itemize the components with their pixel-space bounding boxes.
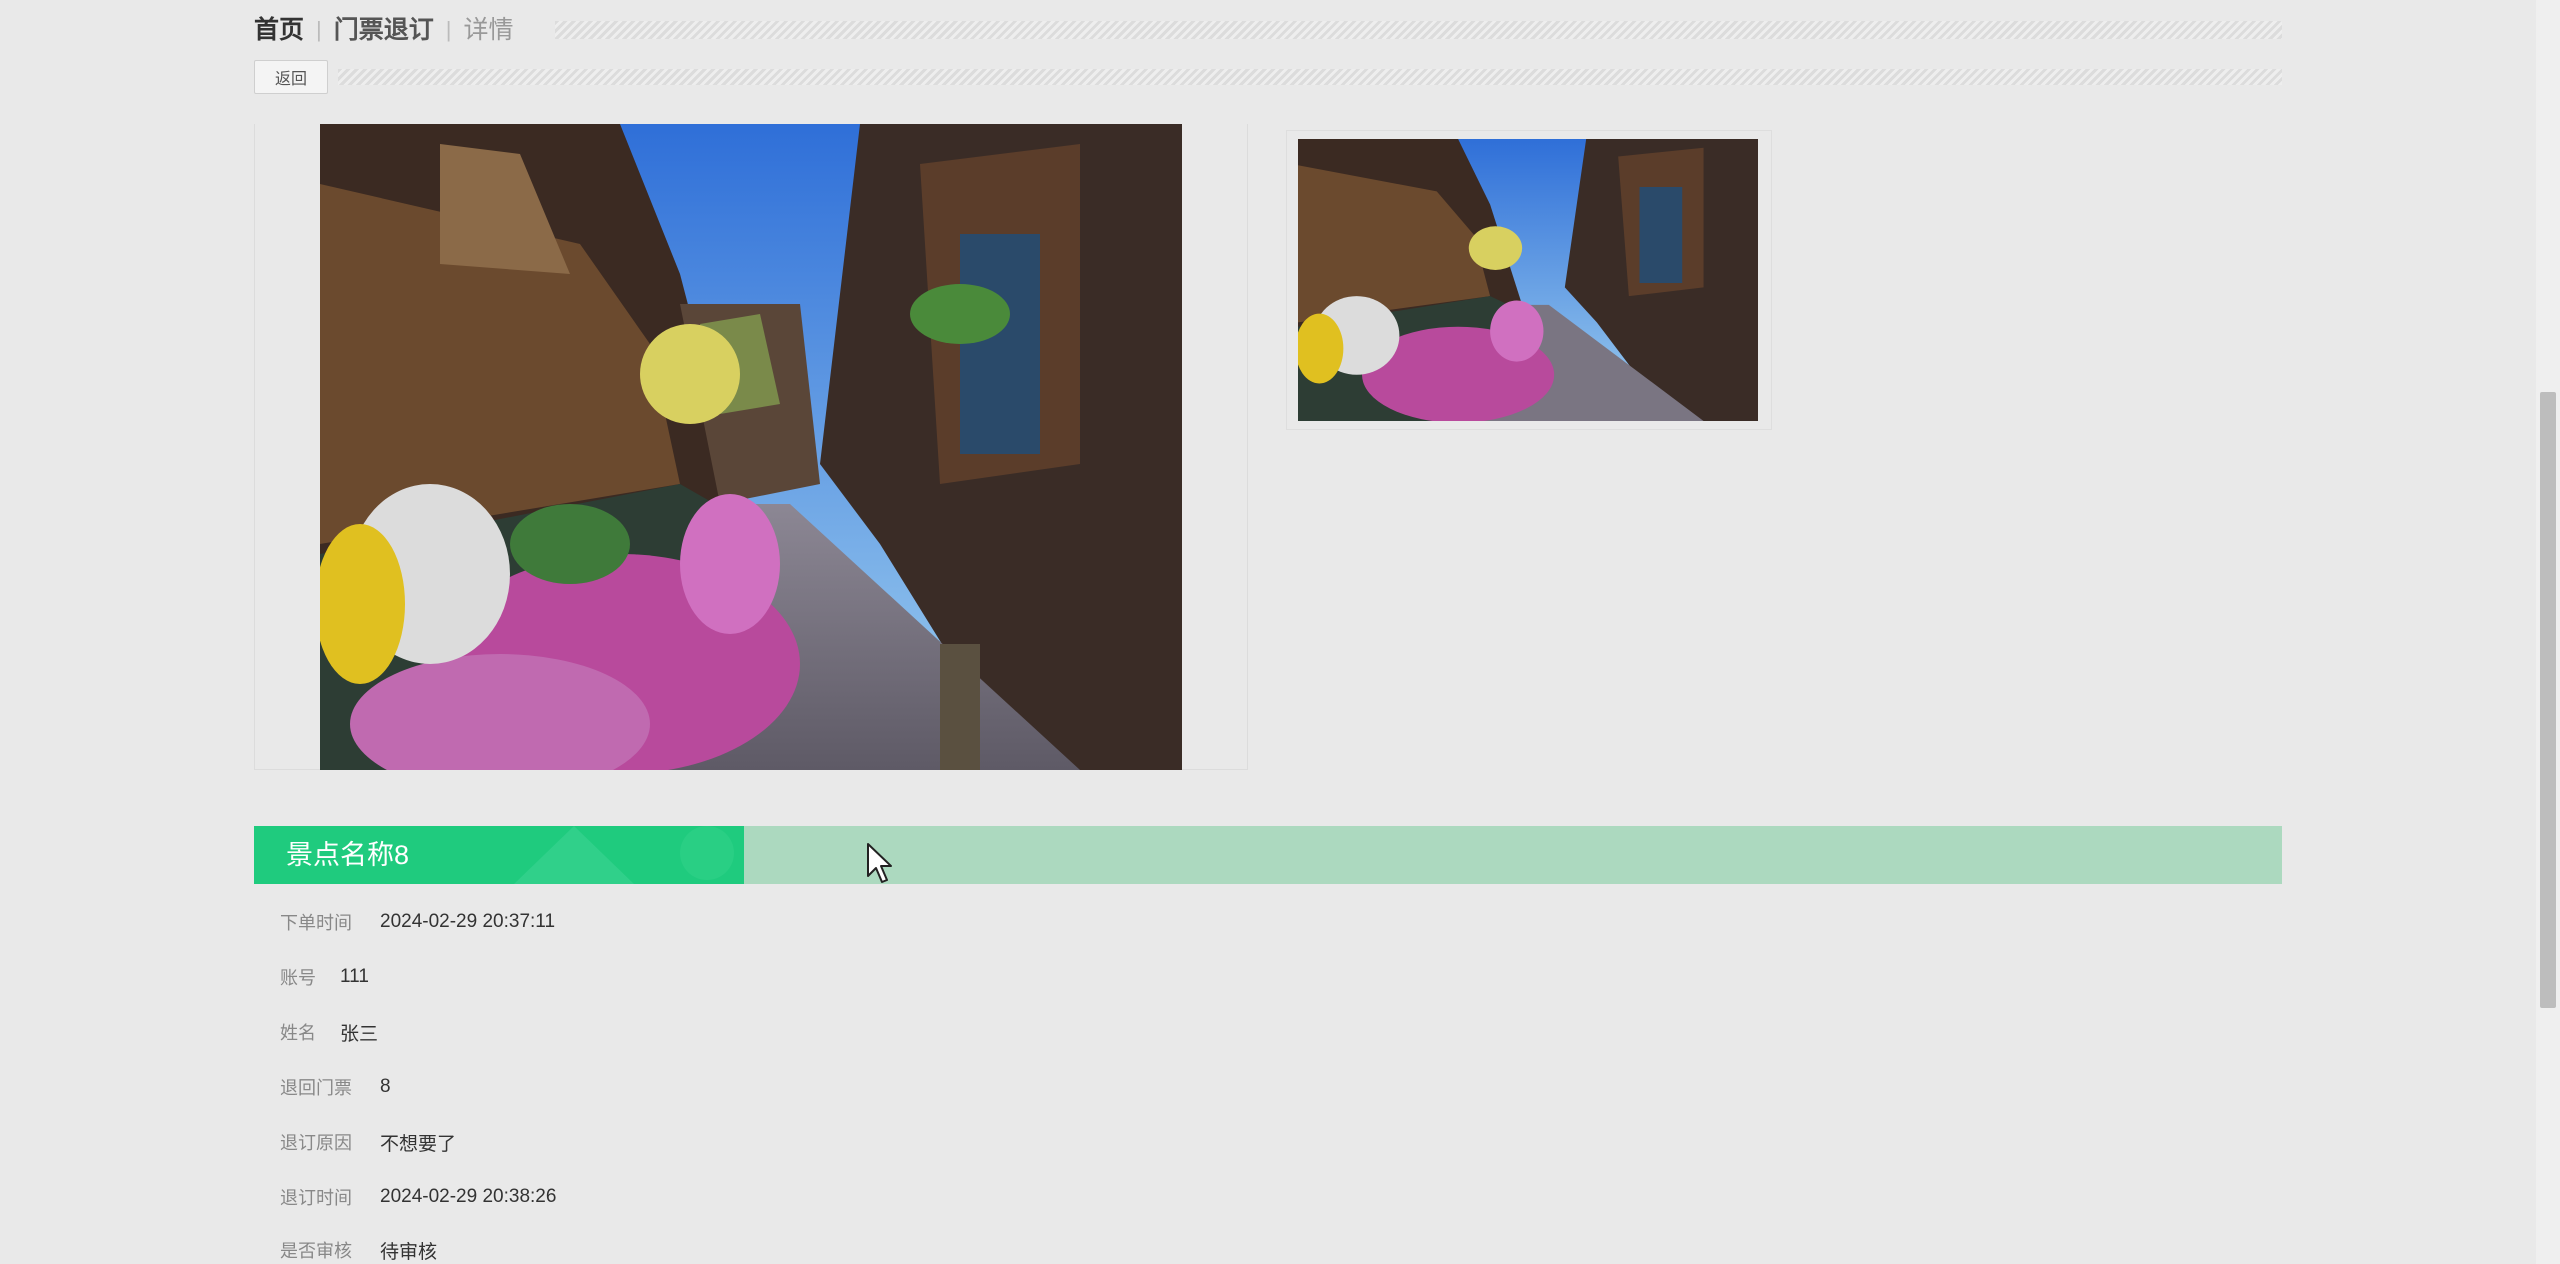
detail-value: 张三	[340, 1023, 379, 1045]
title-decoration	[514, 826, 634, 884]
detail-label: 下单时间	[280, 913, 352, 933]
breadcrumb-section[interactable]: 门票退订	[334, 12, 434, 48]
detail-row-refund-time: 退订时间 2024-02-29 20:38:26	[280, 1181, 556, 1213]
detail-row-reason: 退订原因 不想要了	[280, 1126, 456, 1158]
breadcrumb-separator: |	[316, 17, 322, 42]
detail-label: 退回门票	[280, 1078, 352, 1098]
detail-row-order-time: 下单时间 2024-02-29 20:37:11	[280, 906, 555, 938]
back-button[interactable]: 返回	[254, 60, 328, 94]
detail-row-review-status: 是否审核 待审核	[280, 1234, 437, 1264]
detail-label: 退订原因	[280, 1133, 352, 1153]
main-image[interactable]	[320, 124, 1182, 770]
breadcrumb-separator: |	[445, 17, 452, 42]
breadcrumb-home[interactable]: 首页	[254, 12, 304, 48]
image-gallery-main	[254, 124, 1248, 770]
thumbnail-image[interactable]	[1298, 139, 1758, 421]
detail-value: 待审核	[380, 1241, 438, 1263]
detail-value: 8	[380, 1076, 391, 1097]
detail-label: 是否审核	[280, 1241, 352, 1261]
vertical-scrollbar[interactable]	[2536, 0, 2560, 1264]
detail-row-account: 账号 111	[280, 961, 369, 993]
detail-title: 景点名称8	[286, 840, 410, 870]
detail-row-name: 姓名 张三	[280, 1016, 378, 1048]
detail-value: 不想要了	[380, 1133, 457, 1155]
detail-label: 姓名	[280, 1023, 316, 1043]
breadcrumb: 首页 | 门票退订 | 详情	[254, 12, 2282, 48]
breadcrumb-current: 详情	[463, 16, 514, 44]
detail-value: 2024-02-29 20:38:26	[380, 1186, 557, 1207]
page: 首页 | 门票退订 | 详情 返回 景点名称8 下单时间 2024-02-29 …	[0, 0, 2560, 1264]
street-scene-thumbnail	[1298, 139, 1758, 421]
detail-row-tickets: 退回门票 8	[280, 1071, 391, 1103]
toolbar: 返回	[254, 60, 2282, 94]
detail-label: 账号	[280, 968, 316, 988]
thumbnail-frame[interactable]	[1286, 130, 1772, 430]
title-decoration	[680, 826, 734, 880]
detail-title-bar: 景点名称8	[254, 826, 2282, 884]
mouse-cursor-icon	[867, 843, 892, 883]
detail-title-block: 景点名称8	[254, 826, 744, 884]
breadcrumb-decoration	[555, 21, 2282, 39]
detail-label: 退订时间	[280, 1188, 352, 1208]
scrollbar-thumb[interactable]	[2540, 392, 2556, 1008]
detail-value: 111	[340, 966, 369, 987]
street-scene-image	[320, 124, 1182, 770]
detail-value: 2024-02-29 20:37:11	[380, 911, 556, 932]
toolbar-decoration	[338, 69, 2282, 85]
